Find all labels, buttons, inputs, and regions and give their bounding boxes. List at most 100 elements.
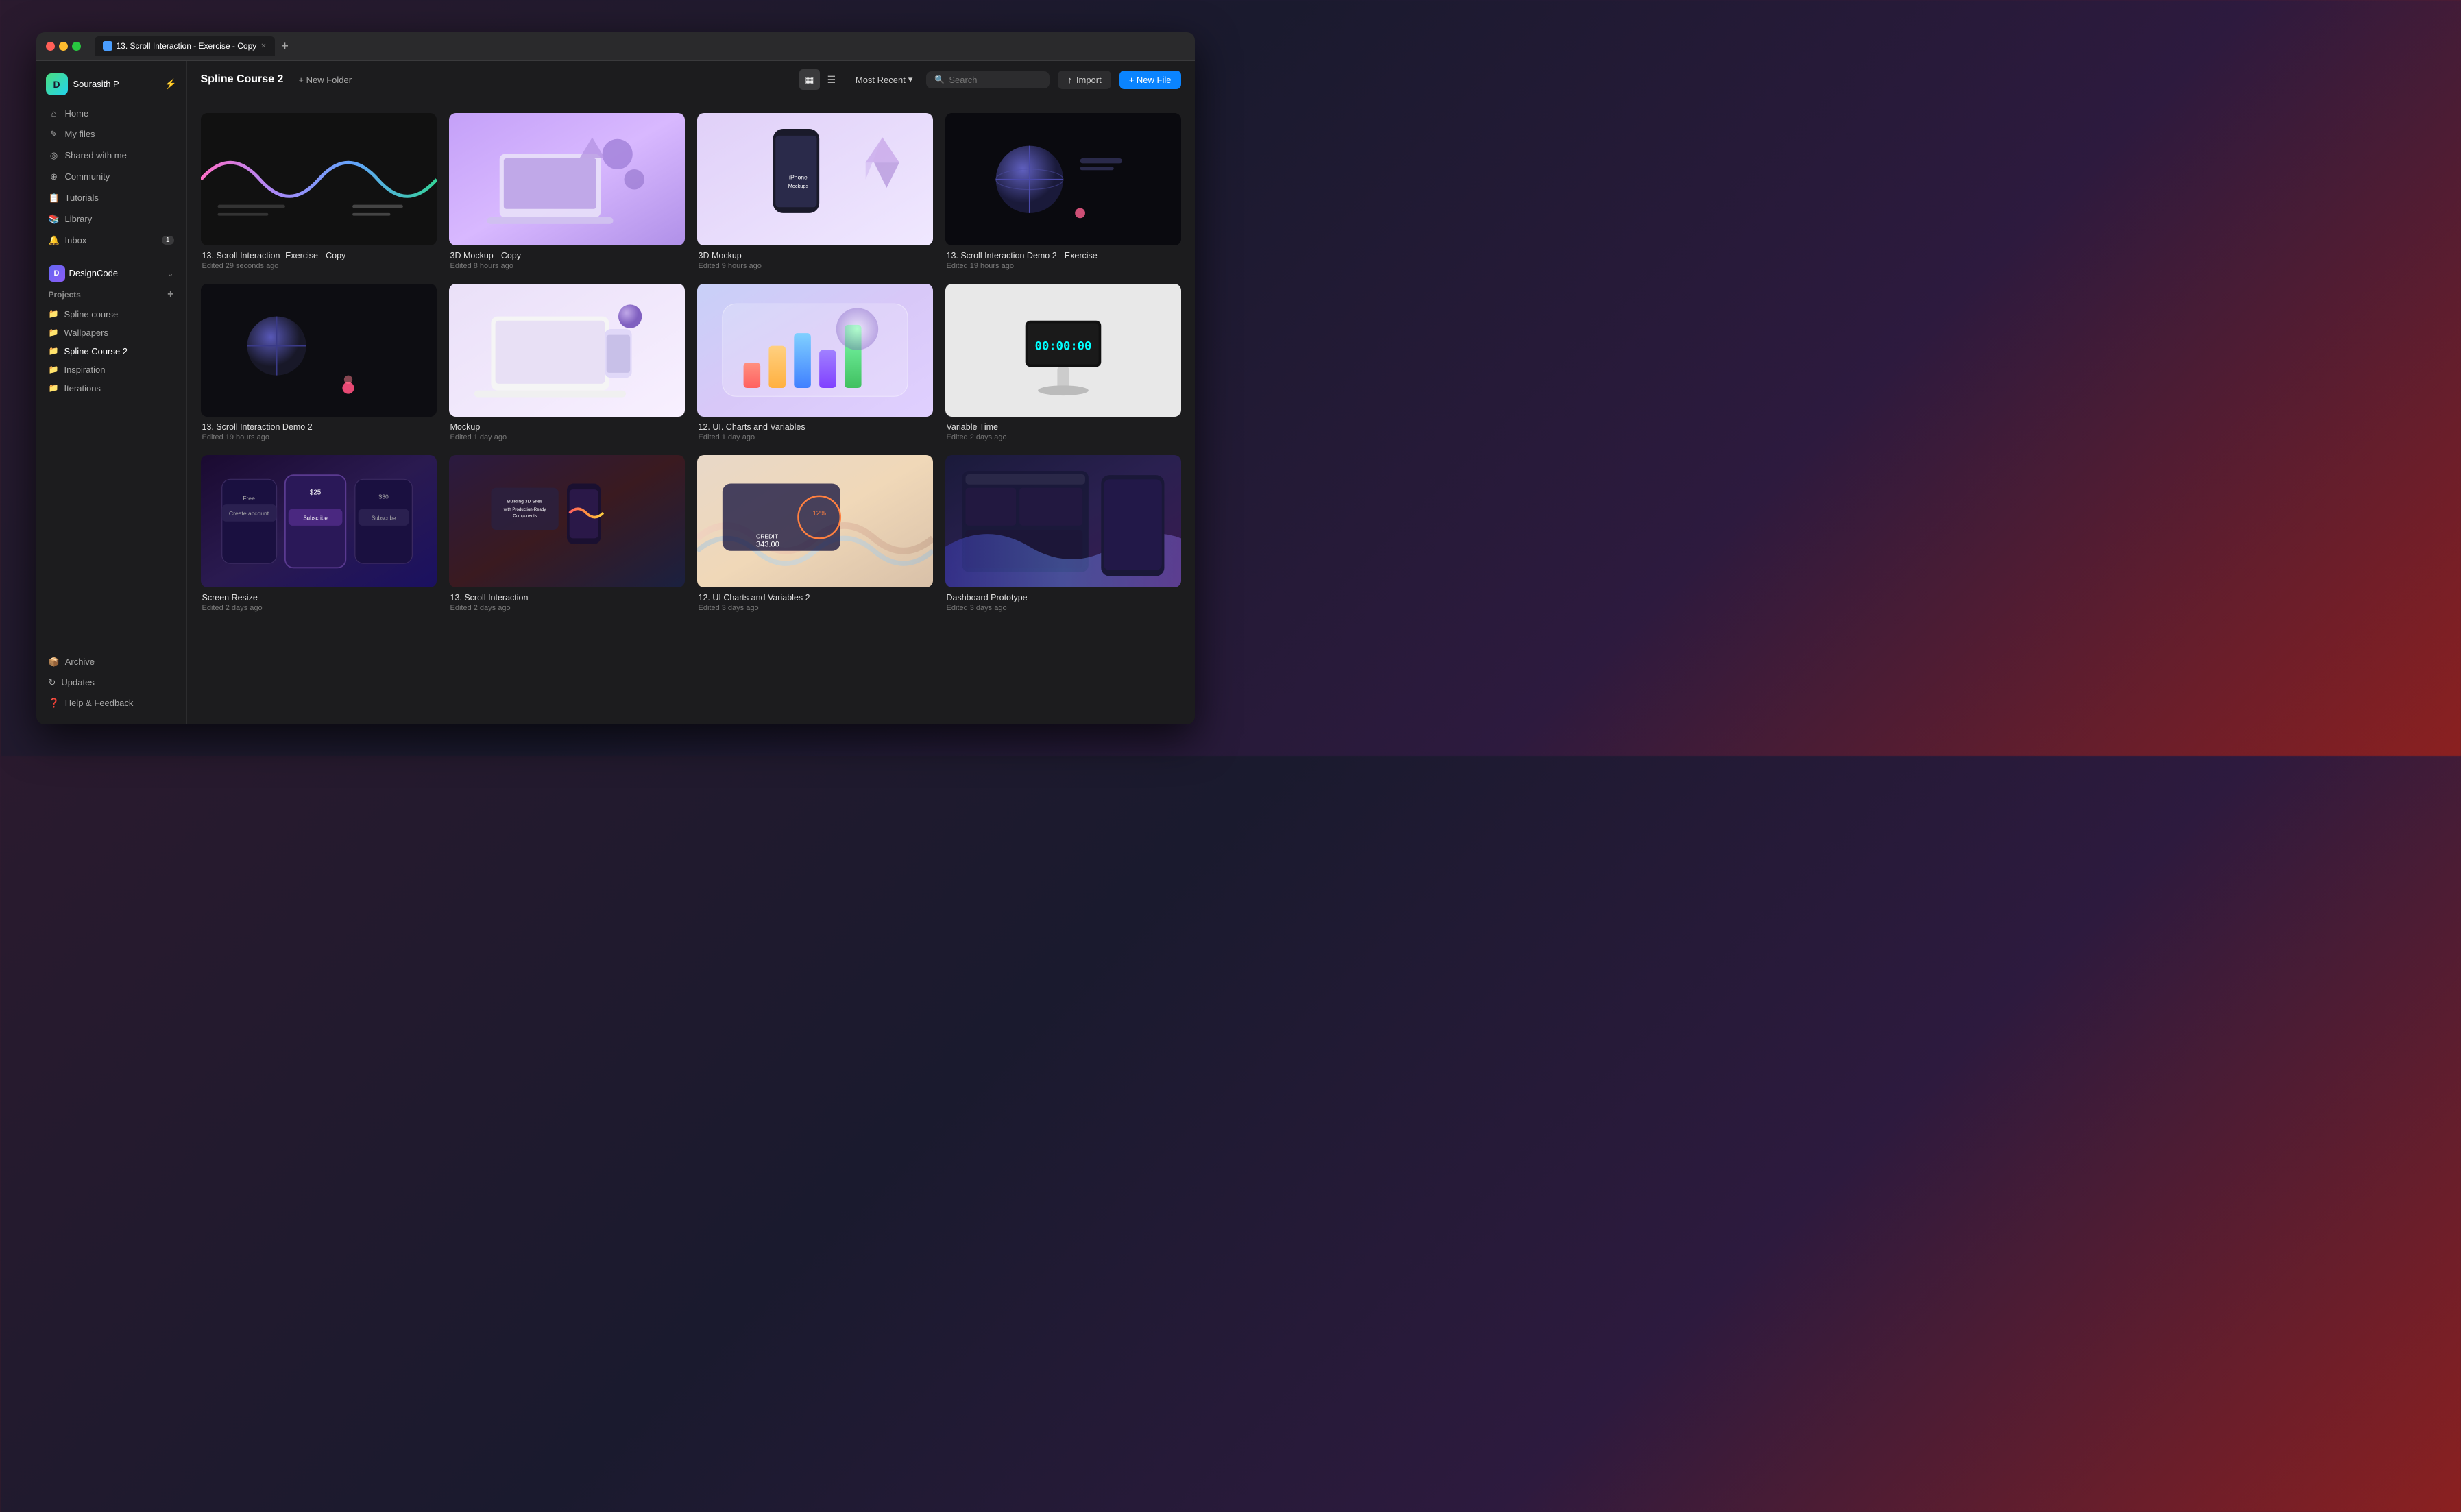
card-thumbnail-4 [945, 113, 1181, 246]
file-card-8[interactable]: 00:00:00 Variable Time Edited 2 days ago [945, 284, 1181, 443]
workspace-name: DesignCode [69, 268, 119, 278]
sidebar-item-inspiration[interactable]: 📁 Inspiration [42, 361, 181, 379]
minimize-button[interactable] [59, 42, 68, 51]
projects-section-header: Projects + [42, 284, 181, 305]
sidebar-item-tutorials[interactable]: 📋 Tutorials [42, 188, 181, 208]
sidebar-item-archive[interactable]: 📦 Archive [42, 652, 181, 672]
project-label: Inspiration [64, 365, 105, 375]
file-card-7[interactable]: 12. UI. Charts and Variables Edited 1 da… [697, 284, 933, 443]
card-thumbnail-7 [697, 284, 933, 417]
svg-text:343.00: 343.00 [756, 540, 779, 548]
sidebar-item-help[interactable]: ❓ Help & Feedback [42, 693, 181, 714]
file-card-6[interactable]: Mockup Edited 1 day ago [449, 284, 685, 443]
traffic-lights [46, 42, 81, 51]
tab-label: 13. Scroll Interaction - Exercise - Copy [117, 41, 257, 51]
project-label: Iterations [64, 383, 100, 393]
new-file-button[interactable]: + New File [1119, 71, 1181, 89]
card-subtitle: Edited 2 days ago [202, 604, 435, 612]
svg-text:Create account: Create account [228, 510, 269, 517]
card-thumbnail-2 [449, 113, 685, 246]
card-info-10: 13. Scroll Interaction Edited 2 days ago [449, 592, 685, 613]
close-button[interactable] [46, 42, 55, 51]
card-thumbnail-8: 00:00:00 [945, 284, 1181, 417]
import-button[interactable]: ↑ Import [1058, 71, 1111, 89]
titlebar: 13. Scroll Interaction - Exercise - Copy… [36, 32, 1195, 61]
folder-icon: 📁 [49, 328, 59, 337]
tab-close-button[interactable]: ✕ [260, 42, 266, 50]
sidebar-item-iterations[interactable]: 📁 Iterations [42, 379, 181, 398]
active-tab[interactable]: 13. Scroll Interaction - Exercise - Copy… [95, 36, 275, 56]
sidebar-item-my-files[interactable]: ✎ My files [42, 124, 181, 145]
sidebar-item-community[interactable]: ⊕ Community [42, 167, 181, 187]
sidebar-bottom: 📦 Archive ↻ Updates ❓ Help & Feedback [36, 646, 186, 716]
sidebar-item-wallpapers[interactable]: 📁 Wallpapers [42, 324, 181, 342]
file-card-3[interactable]: iPhone Mockups 3D Mockup Edited 9 hours … [697, 113, 933, 272]
sidebar-item-home[interactable]: ⌂ Home [42, 103, 181, 123]
card-info-4: 13. Scroll Interaction Demo 2 - Exercise… [945, 249, 1181, 271]
file-card-10[interactable]: Building 3D Sites with Production-Ready … [449, 455, 685, 614]
folder-icon: 📁 [49, 365, 59, 374]
refresh-icon: ↻ [49, 677, 56, 688]
new-folder-button[interactable]: + New Folder [291, 72, 359, 88]
list-view-button[interactable]: ☰ [821, 69, 842, 90]
card-thumbnail-6 [449, 284, 685, 417]
sidebar-item-spline-course-2[interactable]: 📁 Spline Course 2 [42, 342, 181, 361]
projects-section: D DesignCode ⌄ Projects + 📁 Spline cours… [36, 265, 186, 640]
clipboard-icon: 📋 [49, 193, 60, 204]
nav-menu: ⌂ Home ✎ My files ◎ Shared with me ⊕ Com… [36, 103, 186, 251]
workspace-selector[interactable]: D DesignCode ⌄ [42, 265, 181, 284]
grid-view-button[interactable]: ▦ [799, 69, 820, 90]
svg-text:Components: Components [513, 513, 537, 518]
sidebar-item-label: Community [65, 171, 110, 182]
sidebar-item-label: Tutorials [65, 193, 99, 203]
card-subtitle: Edited 1 day ago [450, 433, 683, 441]
card-title: 3D Mockup - Copy [450, 251, 683, 260]
svg-text:$30: $30 [378, 493, 389, 500]
card-title: 13. Scroll Interaction Demo 2 [202, 422, 435, 432]
bottom-label: Archive [65, 657, 95, 667]
content-header: Spline Course 2 + New Folder ▦ ☰ Most Re… [187, 61, 1195, 99]
sidebar-item-spline-course[interactable]: 📁 Spline course [42, 305, 181, 324]
content-area: Spline Course 2 + New Folder ▦ ☰ Most Re… [187, 61, 1195, 724]
file-card-4[interactable]: 13. Scroll Interaction Demo 2 - Exercise… [945, 113, 1181, 272]
lightning-icon: ⚡ [165, 78, 176, 90]
card-subtitle: Edited 3 days ago [947, 604, 1180, 612]
card-subtitle: Edited 9 hours ago [699, 262, 932, 270]
person-icon: ◎ [49, 150, 60, 161]
card-subtitle: Edited 29 seconds ago [202, 262, 435, 270]
add-project-button[interactable]: + [167, 289, 173, 301]
fullscreen-button[interactable] [72, 42, 81, 51]
search-input[interactable] [949, 75, 1041, 85]
svg-text:Building 3D Sites: Building 3D Sites [507, 499, 542, 504]
sidebar-item-updates[interactable]: ↻ Updates [42, 672, 181, 693]
file-card-2[interactable]: 3D Mockup - Copy Edited 8 hours ago [449, 113, 685, 272]
card-title: 13. Scroll Interaction Demo 2 - Exercise [947, 251, 1180, 260]
user-profile[interactable]: D Sourasith P ⚡ [36, 69, 186, 103]
sidebar-item-label: Library [65, 214, 93, 224]
svg-text:Subscribe: Subscribe [303, 515, 328, 521]
search-icon: 🔍 [934, 75, 945, 84]
sidebar-item-shared[interactable]: ◎ Shared with me [42, 145, 181, 166]
search-box: 🔍 [926, 71, 1050, 88]
sidebar-item-inbox[interactable]: 🔔 Inbox 1 [42, 230, 181, 251]
file-card-1[interactable]: 13. Scroll Interaction -Exercise - Copy … [201, 113, 437, 272]
card-subtitle: Edited 2 days ago [947, 433, 1180, 441]
card-thumbnail-12 [945, 455, 1181, 588]
card-info-8: Variable Time Edited 2 days ago [945, 421, 1181, 443]
workspace-avatar: D [49, 265, 65, 282]
sidebar-item-library[interactable]: 📚 Library [42, 209, 181, 230]
file-card-9[interactable]: Free Create account $25 Subscribe $30 Su… [201, 455, 437, 614]
project-label: Spline course [64, 309, 118, 319]
svg-text:with Production-Ready: with Production-Ready [502, 507, 546, 511]
card-subtitle: Edited 19 hours ago [947, 262, 1180, 270]
sidebar-item-label: Inbox [65, 235, 87, 245]
file-card-5[interactable]: 13. Scroll Interaction Demo 2 Edited 19 … [201, 284, 437, 443]
card-title: Variable Time [947, 422, 1180, 432]
file-card-11[interactable]: 12% CREDIT 343.00 [697, 455, 933, 614]
folder-icon: 📁 [49, 383, 59, 393]
new-tab-button[interactable]: + [276, 37, 294, 55]
avatar: D [46, 73, 68, 95]
sort-dropdown[interactable]: Most Recent ▾ [850, 71, 919, 88]
card-title: 12. UI Charts and Variables 2 [699, 593, 932, 602]
file-card-12[interactable]: Dashboard Prototype Edited 3 days ago [945, 455, 1181, 614]
